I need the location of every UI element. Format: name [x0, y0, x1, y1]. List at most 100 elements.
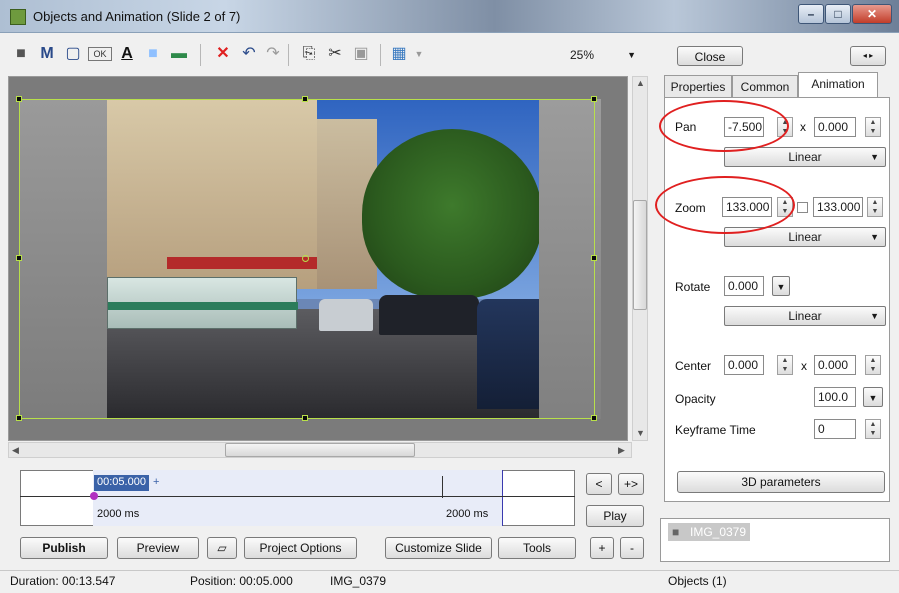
center-x-field[interactable]: 0.000	[724, 355, 764, 375]
center-point-handle[interactable]	[302, 255, 309, 262]
toolbar-separator	[380, 44, 381, 66]
delete-icon[interactable]: ✕	[212, 44, 234, 64]
status-duration: Duration: 00:13.547	[10, 574, 116, 588]
timeline-plus-mark: +	[153, 476, 160, 488]
tab-properties[interactable]: Properties	[664, 75, 732, 97]
keyframe-time-field[interactable]: 0	[814, 419, 856, 439]
rotate-label: Rotate	[675, 280, 711, 294]
chevron-down-icon: ▼	[776, 282, 786, 292]
zoom-y-field[interactable]: 133.000	[813, 197, 863, 217]
chevron-down-icon: ▼	[870, 152, 879, 162]
camera-icon[interactable]: ■	[10, 44, 32, 64]
photo-bus-stripe	[108, 302, 298, 310]
maximize-button[interactable]: □	[825, 4, 851, 24]
object-name: IMG_0379	[690, 525, 747, 539]
text-icon[interactable]: A	[116, 44, 138, 64]
grid-icon[interactable]: ▦	[388, 44, 410, 64]
camera-icon: ■	[672, 525, 680, 539]
resize-handle[interactable]	[302, 96, 308, 102]
horizontal-scroll-thumb[interactable]	[225, 443, 415, 457]
m-icon[interactable]: M	[36, 44, 58, 64]
center-y-spinner[interactable]: ▲ ▼	[865, 355, 881, 375]
scroll-up-icon[interactable]: ▲	[636, 78, 645, 88]
opacity-dropdown[interactable]: ▼	[863, 387, 883, 407]
photo-overflow-left	[19, 99, 119, 419]
image-icon[interactable]: ▬	[168, 44, 190, 64]
pan-y-field[interactable]: 0.000	[814, 117, 856, 137]
tab-animation[interactable]: Animation	[798, 72, 878, 98]
rotate-mode-select[interactable]: Linear ▼	[724, 306, 886, 326]
playhead-pin-icon[interactable]	[90, 492, 98, 500]
3d-parameters-button[interactable]: 3D parameters	[677, 471, 885, 493]
slide-style-button[interactable]: ▱	[207, 537, 237, 559]
resize-handle[interactable]	[16, 415, 22, 421]
chevron-down-icon: ▼	[870, 311, 879, 321]
zoom-link-checkbox[interactable]	[797, 202, 808, 213]
close-window-button[interactable]: ✕	[852, 4, 892, 24]
chevron-left-right-icon: ◂ ▸	[862, 51, 874, 60]
keyframe-time-spinner[interactable]: ▲ ▼	[865, 419, 881, 439]
cut-icon[interactable]: ✂	[324, 44, 346, 64]
minimize-button[interactable]: –	[798, 4, 824, 24]
resize-handle[interactable]	[591, 255, 597, 261]
resize-handle[interactable]	[591, 96, 597, 102]
slide-canvas[interactable]	[8, 76, 628, 441]
rotate-field[interactable]: 0.000	[724, 276, 764, 296]
vertical-scroll-thumb[interactable]	[633, 200, 647, 310]
zoom-value: 25%	[570, 48, 595, 62]
remove-keyframe-button[interactable]: -	[620, 537, 644, 559]
rotate-dropdown[interactable]: ▼	[772, 276, 790, 296]
frame-icon[interactable]: ▢	[62, 44, 84, 64]
current-time-label: 00:05.000	[94, 475, 149, 491]
pan-mode-value: Linear	[788, 150, 822, 164]
resize-handle[interactable]	[302, 415, 308, 421]
preview-button[interactable]: Preview	[117, 537, 199, 559]
zoom-mode-value: Linear	[788, 230, 822, 244]
zoom-select[interactable]: 25% ▼	[560, 45, 640, 65]
opacity-label: Opacity	[675, 392, 716, 406]
chevron-down-icon: ▼	[870, 232, 879, 242]
close-button[interactable]: Close	[677, 46, 743, 66]
rectangle-icon[interactable]: ■	[142, 44, 164, 64]
grid-dropdown-icon[interactable]: ▼	[408, 44, 430, 64]
panel-nav-button[interactable]: ◂ ▸	[850, 46, 886, 66]
add-keyframe-button[interactable]: +	[590, 537, 614, 559]
right-duration: 2000 ms	[446, 508, 489, 520]
opacity-field[interactable]: 100.0	[814, 387, 856, 407]
customize-slide-button[interactable]: Customize Slide	[385, 537, 492, 559]
slide-photo[interactable]	[107, 99, 539, 419]
undo-icon[interactable]: ↶	[238, 44, 260, 64]
copy-icon[interactable]: ⎘	[298, 44, 320, 64]
left-duration: 2000 ms	[97, 508, 140, 520]
redo-icon[interactable]: ↷	[262, 44, 284, 64]
status-objects-count: Objects (1)	[668, 574, 727, 588]
paste-icon[interactable]: ▣	[350, 44, 372, 64]
zoom-y-spinner[interactable]: ▲ ▼	[867, 197, 883, 217]
resize-handle[interactable]	[16, 96, 22, 102]
center-x-spinner[interactable]: ▲ ▼	[777, 355, 793, 375]
status-position: Position: 00:05.000	[190, 574, 293, 588]
resize-handle[interactable]	[591, 415, 597, 421]
prev-keyframe-button[interactable]: <	[586, 473, 612, 495]
keyframe-marker[interactable]	[442, 476, 443, 498]
tools-button[interactable]: Tools	[498, 537, 576, 559]
photo-tree	[362, 129, 539, 299]
ok-button-icon[interactable]: OK	[88, 47, 112, 61]
project-options-button[interactable]: Project Options	[244, 537, 357, 559]
tab-common[interactable]: Common	[732, 75, 798, 97]
scroll-right-icon[interactable]: ▶	[618, 445, 625, 456]
play-button[interactable]: Play	[586, 505, 644, 527]
resize-handle[interactable]	[16, 255, 22, 261]
pan-y-spinner[interactable]: ▲ ▼	[865, 117, 881, 137]
status-object: IMG_0379	[330, 574, 387, 588]
publish-button[interactable]: Publish	[20, 537, 108, 559]
photo-awning	[167, 257, 317, 269]
list-item[interactable]: ■ IMG_0379	[668, 523, 751, 541]
scroll-down-icon[interactable]: ▼	[636, 428, 645, 438]
fit-timeline-button[interactable]: +>	[618, 473, 644, 495]
scroll-left-icon[interactable]: ◀	[12, 445, 19, 456]
window-title: Objects and Animation (Slide 2 of 7)	[33, 9, 241, 24]
x-separator: x	[801, 359, 807, 373]
center-y-field[interactable]: 0.000	[814, 355, 856, 375]
x-separator: x	[800, 120, 806, 134]
